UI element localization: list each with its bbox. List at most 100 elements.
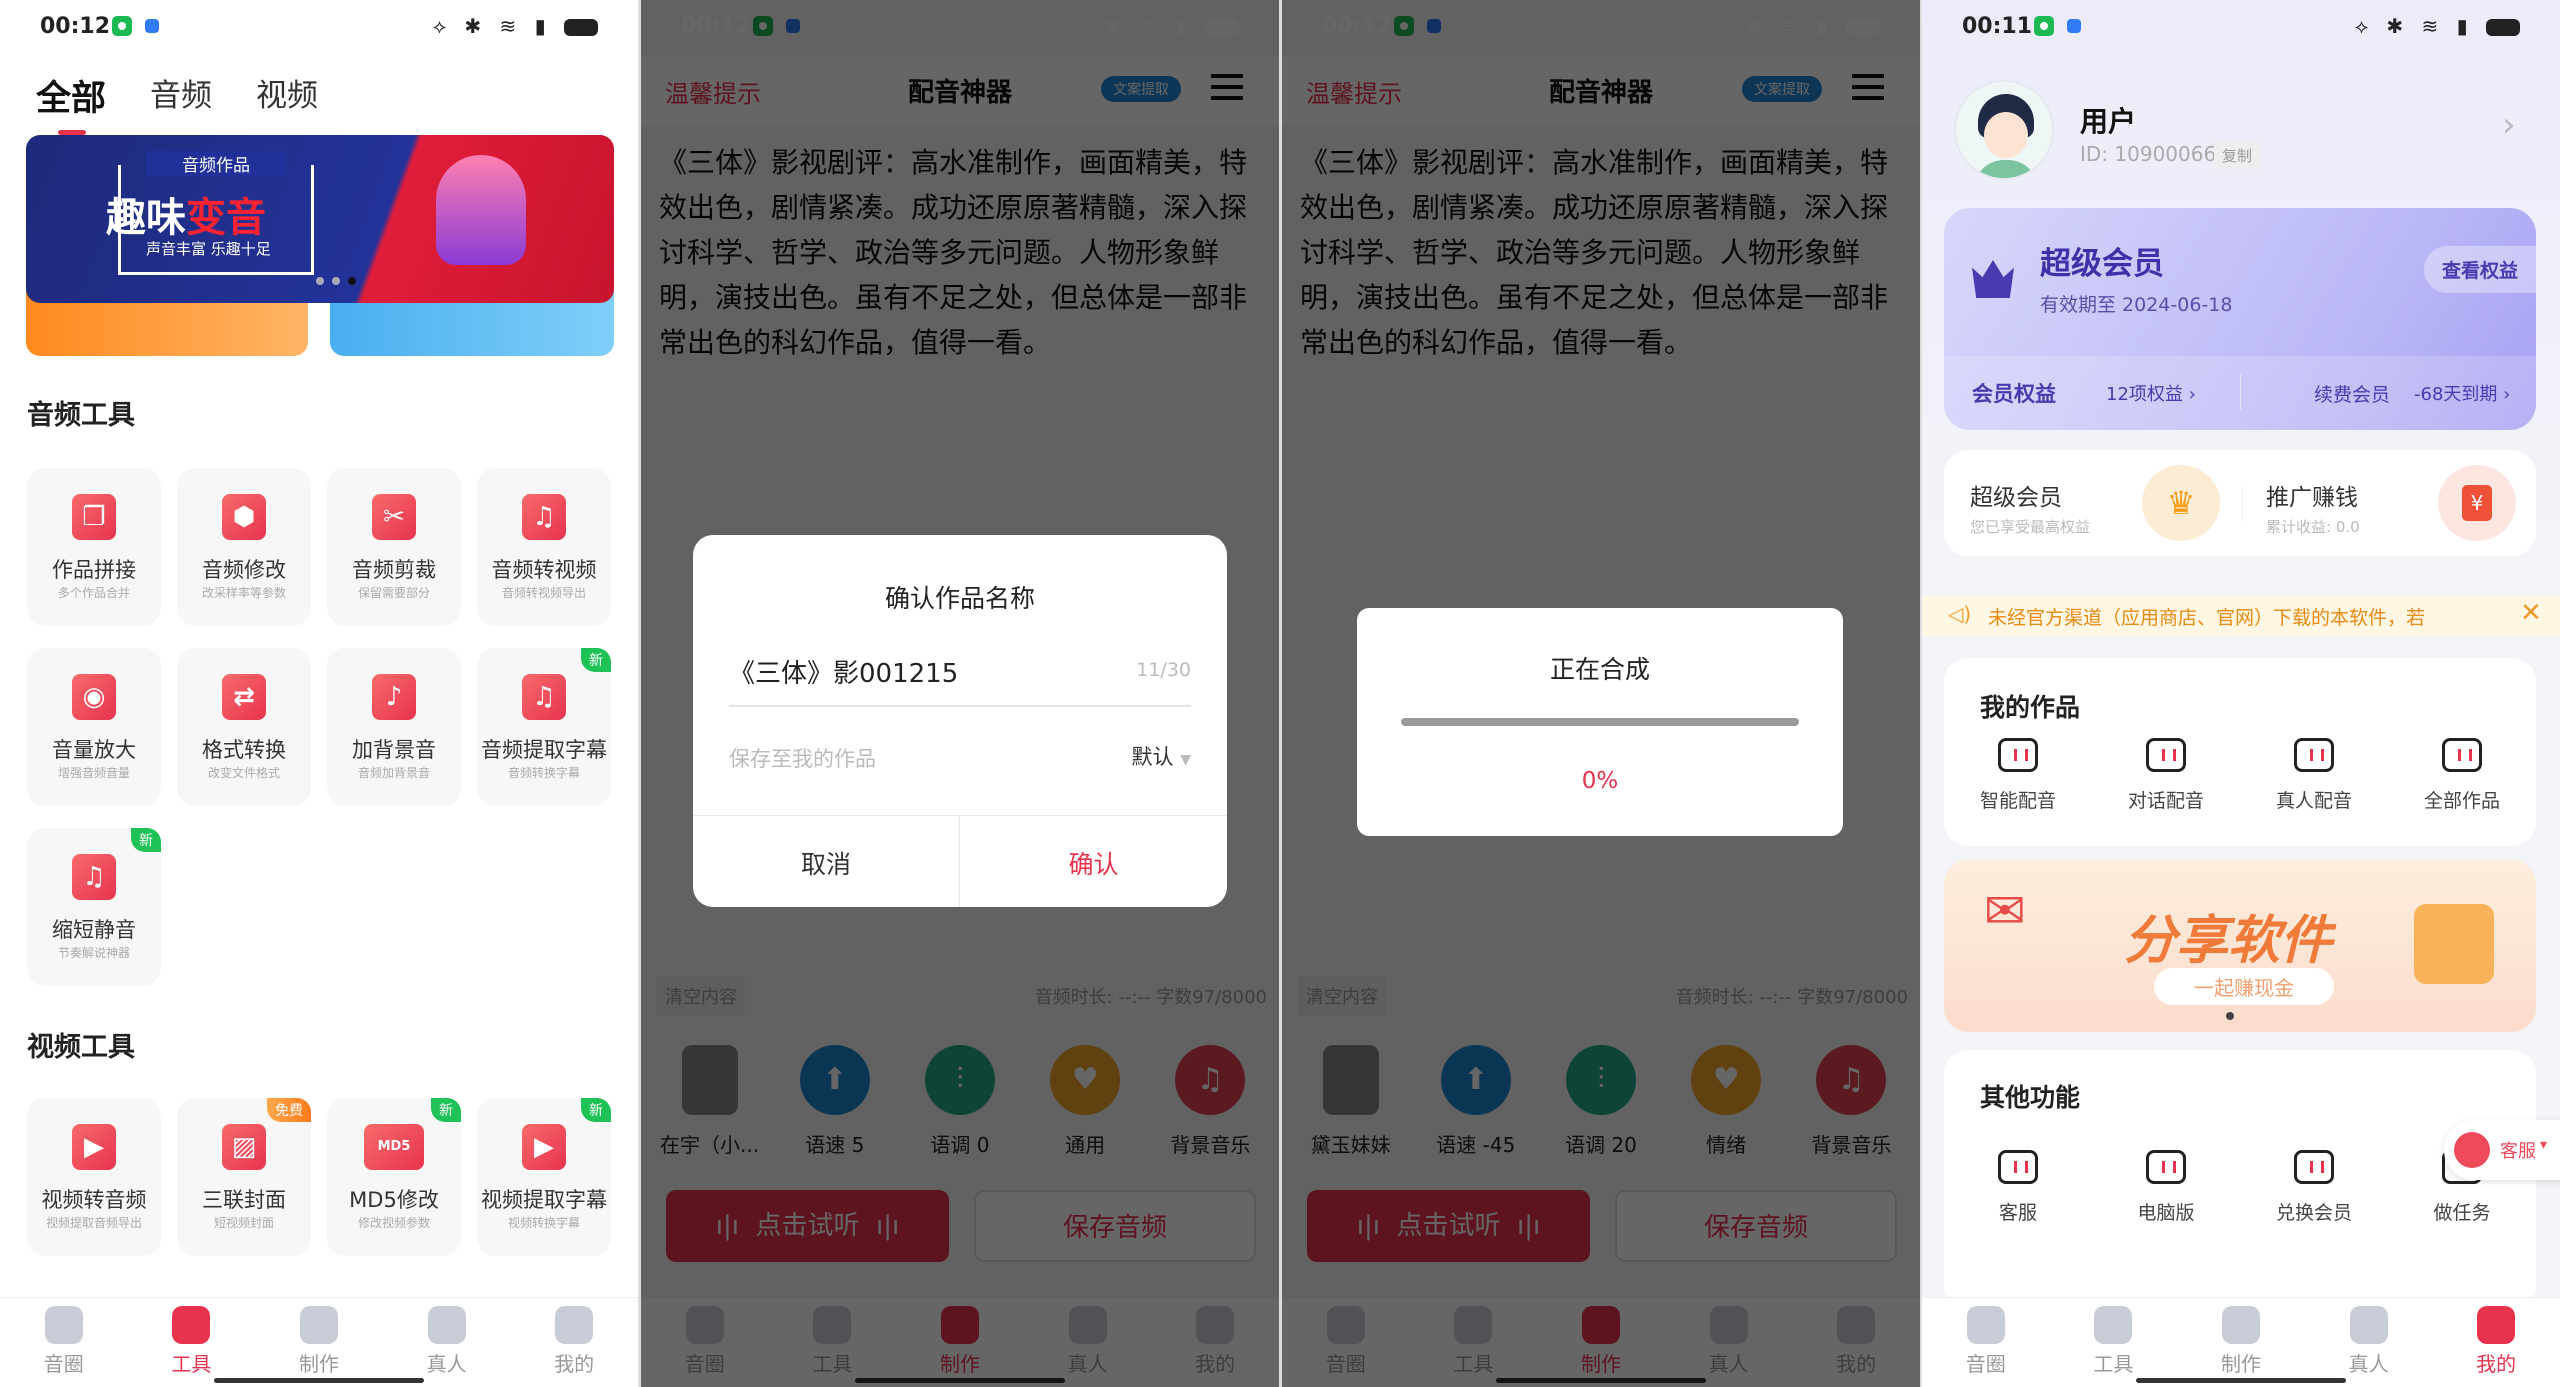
tool-badge: 新	[131, 828, 161, 852]
smart-dub-icon	[1998, 738, 2038, 772]
nav-label: 我的	[2476, 1352, 2517, 1376]
vip-benefits-strip: 会员权益 12项权益 › 续费会员 -68天到期 ›	[1944, 356, 2536, 430]
tool-title: 音频转视频	[491, 558, 597, 582]
audio-tools-heading: 音频工具	[27, 400, 135, 431]
bottom-nav: 音圈 工具 制作 真人 我的	[0, 1297, 638, 1387]
tool-card[interactable]: ⇄ 格式转换 改变文件格式	[177, 648, 311, 806]
promo-title[interactable]: 推广赚钱	[2266, 478, 2358, 512]
promo-banner[interactable]: 音频作品 趣味变音 声音丰富 乐趣十足	[26, 135, 614, 303]
share-title: 分享软件	[2124, 911, 2333, 971]
tool-badge: 新	[581, 648, 611, 672]
grid-item[interactable]: 客服	[1944, 1150, 2092, 1225]
category-tabs: 全部 音频 视频	[36, 70, 318, 135]
tool-card[interactable]: ✂ 音频剪裁 保留需要部分	[327, 468, 461, 626]
renew-label[interactable]: 续费会员	[2314, 380, 2390, 407]
tab-audio[interactable]: 音频	[150, 70, 212, 121]
vip2-title: 超级会员	[1970, 485, 2062, 511]
toolbox-icon	[2094, 1306, 2133, 1344]
audio-tools-grid: ❐ 作品拼接 多个作品合并 ⬢ 音频修改 改采样率等参数 ✂ 音频剪裁 保留需要部分 ♫ 音频转视频…	[27, 468, 611, 986]
share-banner[interactable]: ✉ 分享软件 一起赚现金	[1944, 860, 2536, 1032]
tool-card[interactable]: ◉ 音量放大 增强音频音量	[27, 648, 161, 806]
confirm-button[interactable]: 确认	[960, 845, 1227, 881]
tool-card[interactable]: ⬢ 音频修改 改采样率等参数	[177, 468, 311, 626]
grid-item[interactable]: 全部作品	[2388, 738, 2536, 813]
headset-person-icon	[427, 1306, 466, 1344]
nav-item-person[interactable]: 我的	[2432, 1298, 2560, 1387]
grid-item[interactable]: 智能配音	[1944, 738, 2092, 813]
signal-icons: ⟡ ✱ ≋ ▮	[432, 14, 552, 38]
chevron-right-icon[interactable]: ›	[2502, 105, 2516, 145]
banner-kicker: 音频作品	[146, 151, 286, 176]
view-benefits-button[interactable]: 查看权益	[2423, 246, 2536, 293]
yuan-icon[interactable]: ¥	[2438, 465, 2516, 541]
nav-label: 真人	[2348, 1352, 2389, 1376]
tab-video[interactable]: 视频	[256, 70, 318, 121]
md5-icon: MD5	[364, 1124, 424, 1170]
tool-card[interactable]: ▶ 视频转音频 视频提取音频导出	[27, 1098, 161, 1256]
nav-item-planet[interactable]: 音圈	[1922, 1298, 2050, 1387]
headset-person-icon	[2349, 1306, 2388, 1344]
tool-card[interactable]: ❐ 作品拼接 多个作品合并	[27, 468, 161, 626]
tool-badge: 免费	[267, 1098, 311, 1122]
vip-promo-card: 超级会员 您已享受最高权益 ♛ 推广赚钱 累计收益: 0.0 ¥	[1944, 450, 2536, 556]
nav-item-robot[interactable]: 制作	[255, 1298, 383, 1387]
tool-card[interactable]: ♫ 音频提取字幕 音频转换字幕 新	[477, 648, 611, 806]
nav-item-headset-person[interactable]: 真人	[2305, 1298, 2433, 1387]
tab-all[interactable]: 全部	[36, 70, 106, 135]
nav-item-toolbox[interactable]: 工具	[2050, 1298, 2178, 1387]
floating-service-button[interactable]: 客服 ▾	[2444, 1120, 2560, 1180]
char-counter: 11/30	[1136, 659, 1191, 681]
crown-icon[interactable]: ♛	[2142, 465, 2220, 541]
banner-headline-b: 变音	[186, 195, 266, 241]
music-file-icon: ♫	[72, 854, 116, 900]
grid-icon	[2442, 738, 2482, 772]
caret-down-icon: ▼	[1180, 752, 1191, 768]
tool-subtitle: 视频转换字幕	[507, 1216, 580, 1230]
tool-card[interactable]: ▶ 视频提取字幕 视频转换字幕 新	[477, 1098, 611, 1256]
tool-subtitle: 增强音频音量	[57, 766, 130, 780]
nav-item-headset-person[interactable]: 真人	[383, 1298, 511, 1387]
battery-icon	[564, 19, 598, 36]
tool-card[interactable]: ♫ 缩短静音 节奏解说神器 新	[27, 828, 161, 986]
work-name-input[interactable]: 《三体》影001215	[729, 653, 958, 690]
nav-item-planet[interactable]: 音圈	[0, 1298, 128, 1387]
person-dub-icon	[2294, 738, 2334, 772]
app-notification-icon	[112, 16, 132, 36]
tool-card[interactable]: ♫ 音频转视频 音频转视频导出	[477, 468, 611, 626]
tool-subtitle: 保留需要部分	[357, 586, 430, 600]
grid-item[interactable]: 电脑版	[2092, 1150, 2240, 1225]
divider	[693, 815, 1227, 816]
close-icon[interactable]: ✕	[2520, 598, 2542, 628]
benefits-count-link[interactable]: 12项权益 ›	[2106, 380, 2196, 406]
renew-days-link[interactable]: -68天到期 ›	[2414, 380, 2510, 406]
share-sub: 一起赚现金	[2154, 968, 2334, 1005]
tool-subtitle: 改变文件格式	[207, 766, 280, 780]
folder-select[interactable]: 默认 ▼	[1132, 741, 1191, 771]
nav-item-person[interactable]: 我的	[510, 1298, 638, 1387]
avatar-face	[1984, 112, 2028, 158]
grid-item[interactable]: 真人配音	[2240, 738, 2388, 813]
video-file-icon: ▶	[72, 1124, 116, 1170]
tool-subtitle: 改采样率等参数	[201, 586, 286, 600]
grid-item[interactable]: 对话配音	[2092, 738, 2240, 813]
vip-title: 超级会员	[2040, 246, 2164, 282]
banner-headline: 趣味变音	[106, 185, 266, 243]
tool-title: MD5修改	[349, 1188, 439, 1212]
tool-card[interactable]: ▨ 三联封面 短视频封面 免费	[177, 1098, 311, 1256]
grid-item[interactable]: 兑换会员	[2240, 1150, 2388, 1225]
profile-screen: 00:11 ⟡ ✱ ≋ ▮ 用户 ID: 10900066 复制 › 超级会员 …	[1922, 0, 2560, 1387]
promo-sub: 累计收益: 0.0	[2266, 518, 2360, 536]
tool-title: 视频转音频	[41, 1188, 147, 1212]
nav-item-robot[interactable]: 制作	[2177, 1298, 2305, 1387]
robot-icon	[299, 1306, 338, 1344]
tool-card[interactable]: ♪ 加背景音 音频加背景音	[327, 648, 461, 806]
tool-card[interactable]: MD5 MD5修改 修改视频参数 新	[327, 1098, 461, 1256]
avatar[interactable]	[1954, 80, 2054, 180]
play-icon: ▶	[522, 1124, 566, 1170]
cancel-button[interactable]: 取消	[693, 845, 959, 881]
nav-item-toolbox[interactable]: 工具	[128, 1298, 256, 1387]
copy-id-button[interactable]: 复制	[2214, 142, 2261, 169]
planet-icon	[1966, 1306, 2005, 1344]
grid-item-label: 兑换会员	[2275, 1202, 2352, 1224]
carousel-dot	[316, 277, 324, 285]
